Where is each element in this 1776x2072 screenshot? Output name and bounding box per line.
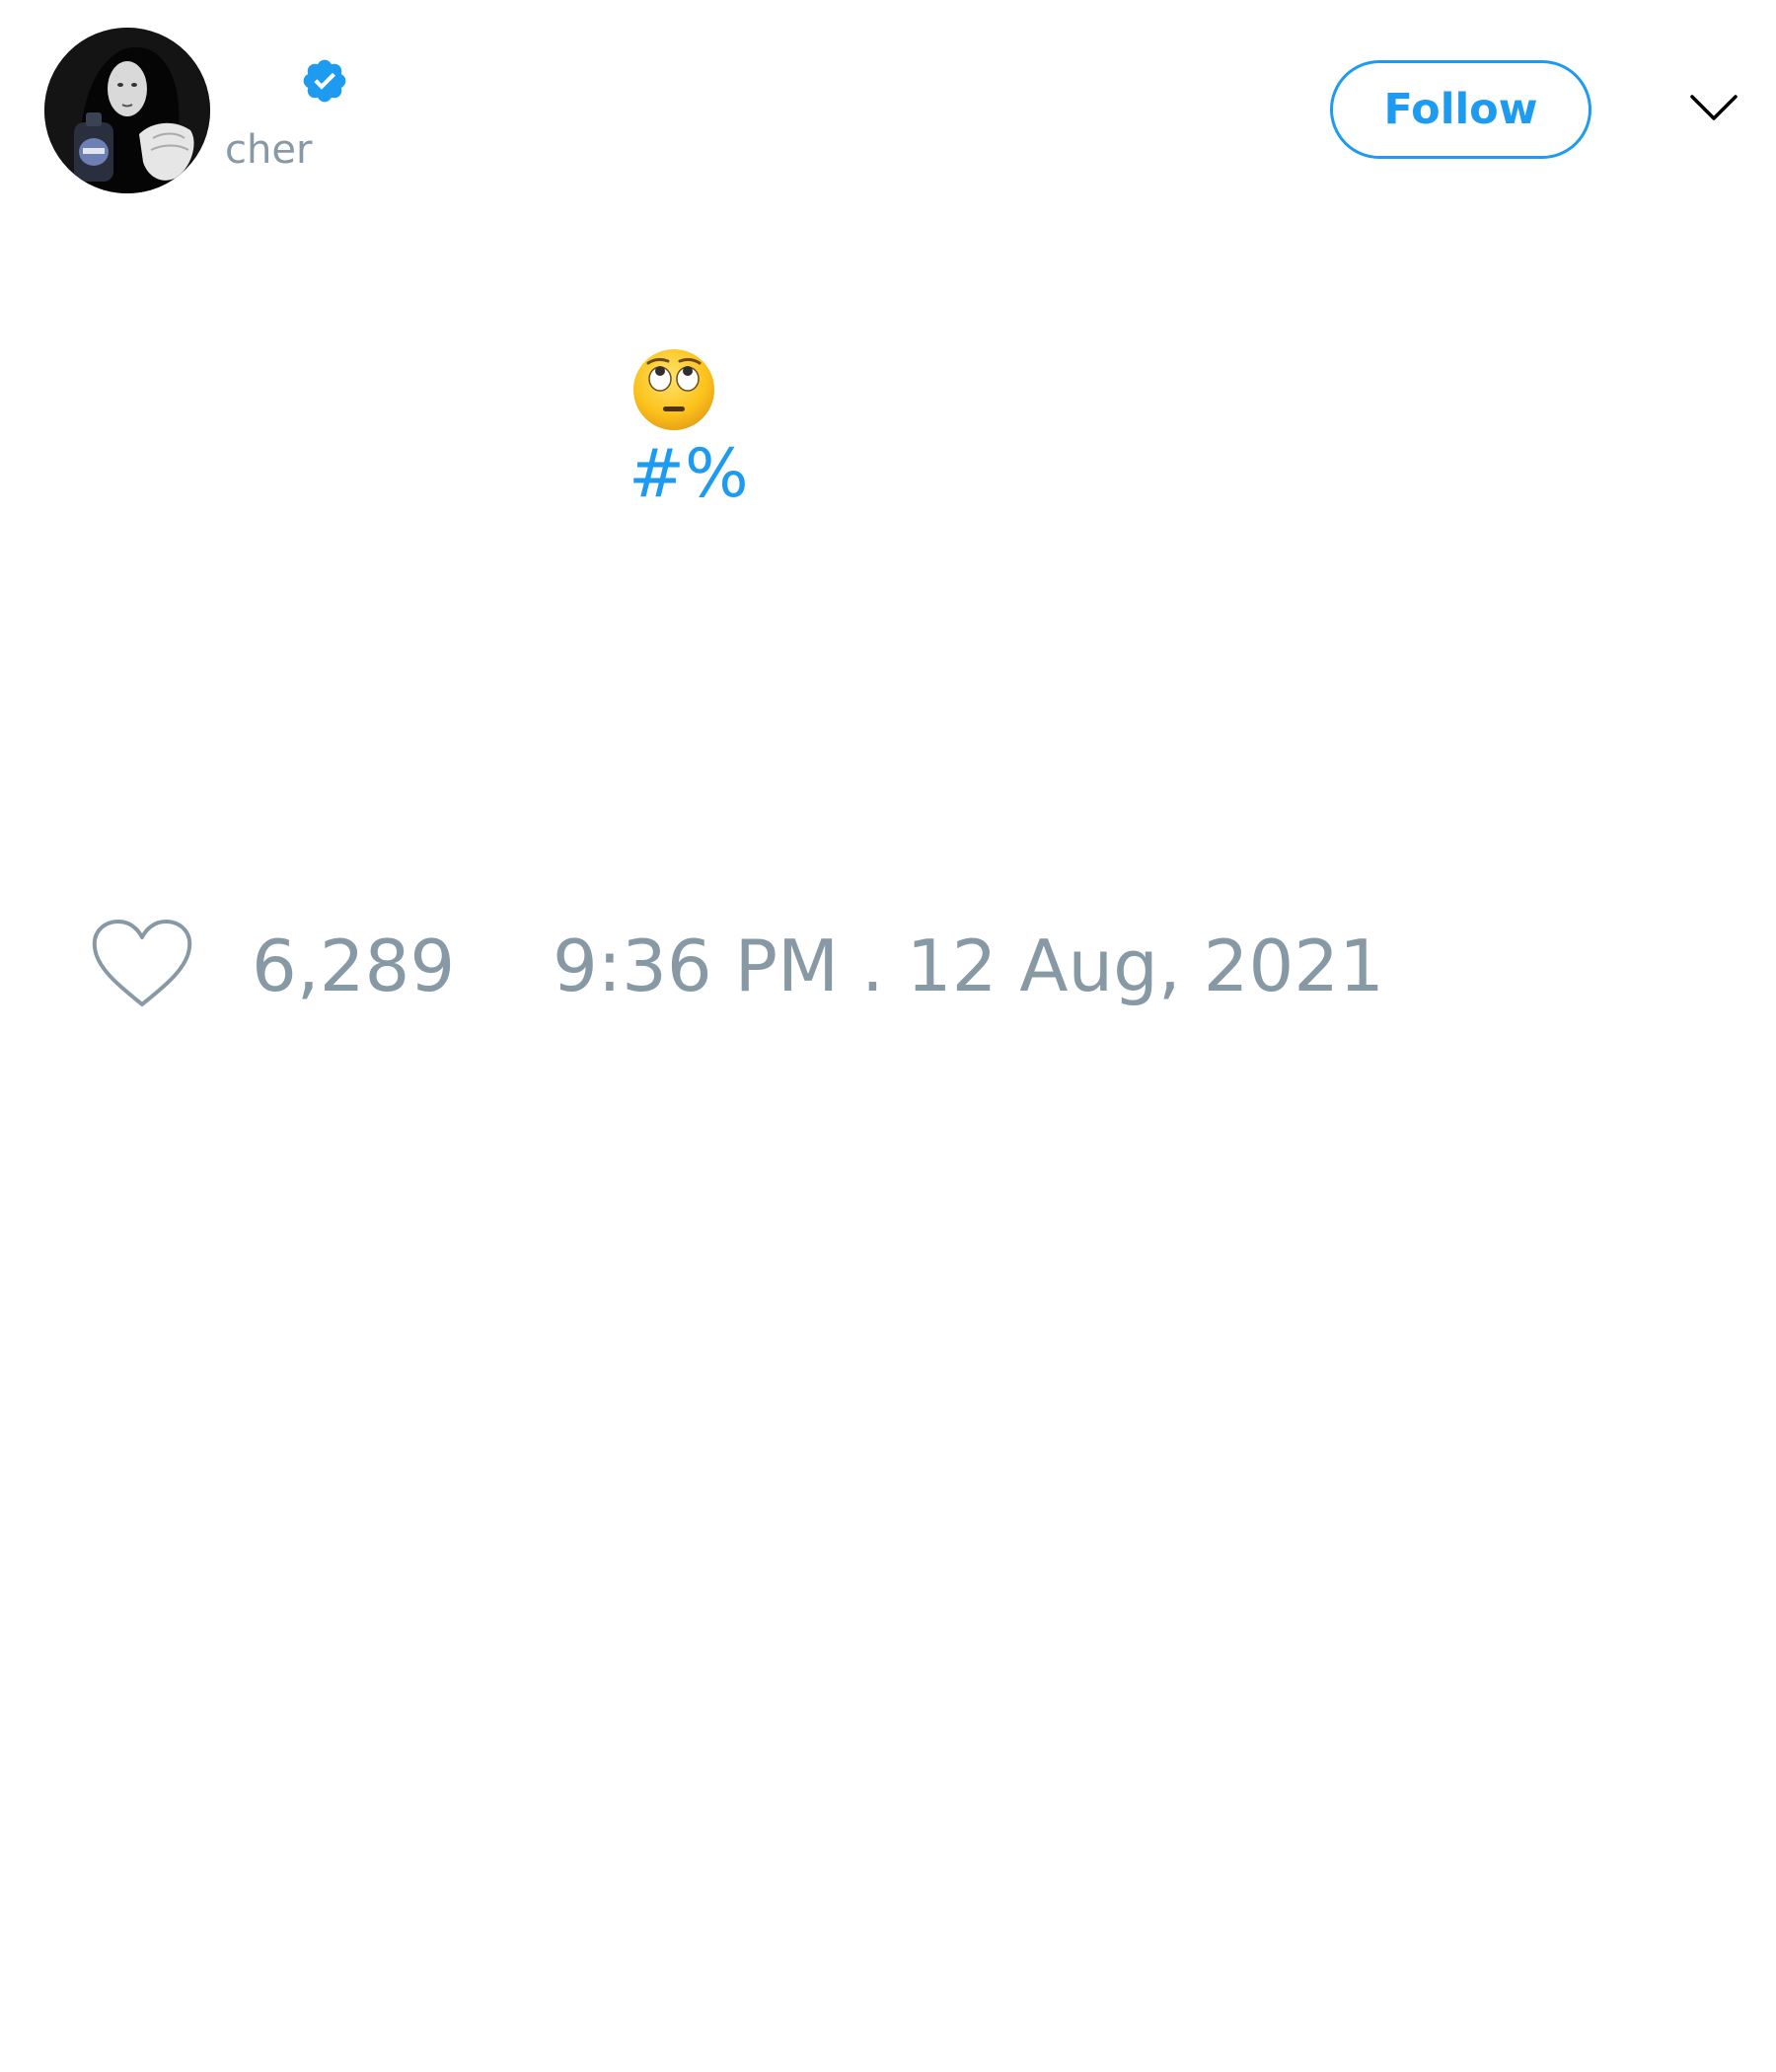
tweet-hashtag-link[interactable]: #% — [629, 435, 749, 514]
rolling-eyes-emoji — [631, 347, 716, 432]
follow-button[interactable]: Follow — [1330, 60, 1591, 159]
chevron-down-icon[interactable] — [1689, 91, 1739, 124]
avatar[interactable] — [44, 28, 210, 193]
verified-badge-icon — [300, 56, 349, 106]
avatar-image — [44, 28, 210, 193]
tweet-embed: cher Follow #% 6,289 9:36 PM . 12 Aug, 2… — [0, 0, 1776, 2072]
author-handle[interactable]: cher — [225, 126, 312, 174]
heart-icon[interactable] — [89, 918, 195, 1012]
tweet-timestamp[interactable]: 9:36 PM . 12 Aug, 2021 — [553, 925, 1384, 1007]
like-count: 6,289 — [252, 925, 456, 1007]
